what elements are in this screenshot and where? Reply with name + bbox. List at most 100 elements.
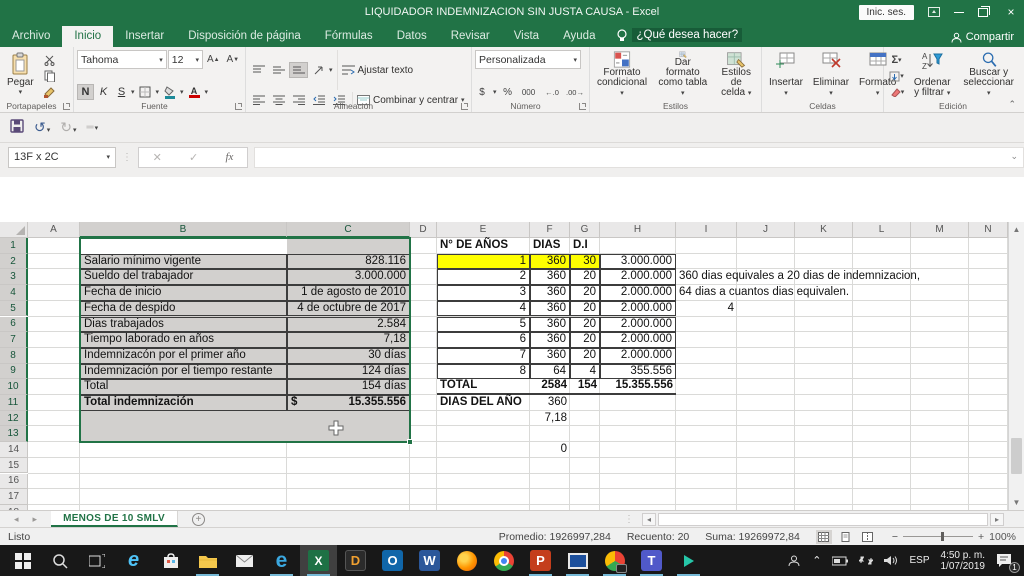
cell-B9[interactable]: Indemnización por el tiempo restante	[80, 364, 287, 380]
cell-G9[interactable]: 4	[570, 364, 600, 380]
cell-F1[interactable]: DIAS	[530, 238, 570, 254]
firefox-button[interactable]	[448, 545, 485, 576]
tab-archivo[interactable]: Archivo	[0, 26, 62, 47]
cell-E3[interactable]: 2	[437, 269, 530, 285]
cell-C3[interactable]: 3.000.000	[287, 269, 410, 285]
select-all-corner[interactable]	[0, 222, 28, 238]
row-header-9[interactable]: 9	[0, 364, 28, 380]
cell-C6[interactable]: 2.584	[287, 317, 410, 333]
edge-button[interactable]: e	[263, 545, 300, 576]
cell-F10[interactable]: 2584	[530, 379, 570, 395]
align-bottom-icon[interactable]	[289, 62, 308, 78]
cell-I5[interactable]: 4	[676, 301, 737, 317]
cell-C7[interactable]: 7,18	[287, 332, 410, 348]
close-icon[interactable]: ×	[1002, 5, 1020, 19]
expand-formula-bar-icon[interactable]: ⌄	[1010, 151, 1018, 162]
cell-I4[interactable]: 64 dias a cuantos dias equivalen.	[676, 285, 852, 301]
italic-button[interactable]: K	[95, 84, 112, 100]
percent-button[interactable]: %	[501, 84, 515, 100]
col-header-C[interactable]: C	[287, 222, 410, 238]
cell-F8[interactable]: 360	[530, 348, 570, 364]
cell-G5[interactable]: 20	[570, 301, 600, 317]
cell-B3[interactable]: Sueldo del trabajador	[80, 269, 287, 285]
col-header-I[interactable]: I	[676, 222, 737, 238]
redo-icon[interactable]: ↻▾	[60, 119, 76, 136]
col-header-K[interactable]: K	[795, 222, 853, 238]
cell-E8[interactable]: 7	[437, 348, 530, 364]
cell-F6[interactable]: 360	[530, 317, 570, 333]
restore-icon[interactable]	[978, 8, 988, 17]
zoom-slider-thumb[interactable]	[941, 532, 944, 541]
cell-E4[interactable]: 3	[437, 285, 530, 301]
cell-F12[interactable]: 7,18	[530, 411, 570, 427]
minimize-icon[interactable]	[954, 12, 964, 13]
format-as-table-button[interactable]: Dar formato como tabla ▾	[653, 50, 712, 100]
row-header-10[interactable]: 10	[0, 379, 28, 395]
normal-view-icon[interactable]	[816, 530, 832, 544]
teams-button[interactable]: T	[633, 545, 670, 576]
row-header-4[interactable]: 4	[0, 285, 28, 301]
conditional-formatting-button[interactable]: Formato condicional ▾	[593, 50, 651, 100]
increase-font-icon[interactable]: A▲	[204, 52, 223, 68]
vertical-scroll-thumb[interactable]	[1011, 438, 1022, 474]
paste-dropdown-icon[interactable]: ▾	[19, 88, 23, 98]
undo-icon[interactable]: ↺▾	[34, 119, 50, 136]
tab-inicio[interactable]: Inicio	[62, 26, 113, 47]
zoom-out-icon[interactable]: −	[892, 531, 898, 543]
fill-handle[interactable]	[407, 439, 413, 445]
col-header-D[interactable]: D	[410, 222, 437, 238]
chrome-button[interactable]	[485, 545, 522, 576]
tab-f-rmulas[interactable]: Fórmulas	[313, 26, 385, 47]
cell-C9[interactable]: 124 días	[287, 364, 410, 380]
cell-B8[interactable]: Indemnizacón por el primer año	[80, 348, 287, 364]
cell-F4[interactable]: 360	[530, 285, 570, 301]
delete-cells-button[interactable]: Eliminar▾	[809, 50, 853, 100]
col-header-G[interactable]: G	[570, 222, 600, 238]
cell-G4[interactable]: 20	[570, 285, 600, 301]
col-header-J[interactable]: J	[737, 222, 795, 238]
cell-E9[interactable]: 8	[437, 364, 530, 380]
people-icon[interactable]	[788, 555, 801, 567]
find-select-button[interactable]: Buscar y seleccionar ▾	[958, 50, 1019, 100]
cell-G3[interactable]: 20	[570, 269, 600, 285]
cell-C11[interactable]: $15.355.556	[287, 395, 410, 411]
col-header-H[interactable]: H	[600, 222, 676, 238]
scroll-down-icon[interactable]: ▼	[1009, 495, 1024, 510]
page-break-view-icon[interactable]	[860, 530, 876, 544]
tab-vista[interactable]: Vista	[502, 26, 551, 47]
tab-ayuda[interactable]: Ayuda	[551, 26, 607, 47]
formula-input[interactable]	[254, 147, 1024, 168]
video-app-button[interactable]	[559, 545, 596, 576]
tab-datos[interactable]: Datos	[385, 26, 439, 47]
cell-H3[interactable]: 2.000.000	[600, 269, 676, 285]
copy-button[interactable]	[40, 68, 59, 84]
cell-E7[interactable]: 6	[437, 332, 530, 348]
language-indicator[interactable]: ESP	[909, 555, 929, 566]
page-layout-view-icon[interactable]	[838, 530, 854, 544]
outlook-button[interactable]: O	[374, 545, 411, 576]
col-header-F[interactable]: F	[530, 222, 570, 238]
ribbon-display-options-icon[interactable]	[928, 7, 940, 17]
cell-G6[interactable]: 20	[570, 317, 600, 333]
cell-E11[interactable]: DIAS DEL AÑO	[437, 395, 530, 411]
row-header-5[interactable]: 5	[0, 301, 28, 317]
cell-G8[interactable]: 20	[570, 348, 600, 364]
hidden-icons-chevron[interactable]: ⌃	[812, 554, 821, 567]
row-header-14[interactable]: 14	[0, 442, 28, 458]
cell-E1[interactable]: N° DE AÑOS	[437, 238, 530, 254]
scroll-left-icon[interactable]: ◂	[642, 513, 656, 526]
cell-H9[interactable]: 355.556	[600, 364, 676, 380]
cell-H2[interactable]: 3.000.000	[600, 254, 676, 270]
tab-scroll-splitter[interactable]: ⋮	[624, 514, 634, 525]
zoom-level[interactable]: 100%	[989, 531, 1016, 543]
tab-insertar[interactable]: Insertar	[113, 26, 176, 47]
currency-button[interactable]: $	[475, 84, 489, 100]
start-button[interactable]	[4, 545, 41, 576]
cell-I3[interactable]: 360 dias equivales a 20 dias de indemniz…	[676, 269, 923, 285]
cell-F11[interactable]: 360	[530, 395, 570, 411]
cell-H7[interactable]: 2.000.000	[600, 332, 676, 348]
sheet-tab[interactable]: MENOS DE 10 SMLV	[51, 511, 178, 527]
borders-dropdown-icon[interactable]: ▾	[156, 88, 160, 96]
sharex-button[interactable]	[670, 545, 707, 576]
cell-F3[interactable]: 360	[530, 269, 570, 285]
